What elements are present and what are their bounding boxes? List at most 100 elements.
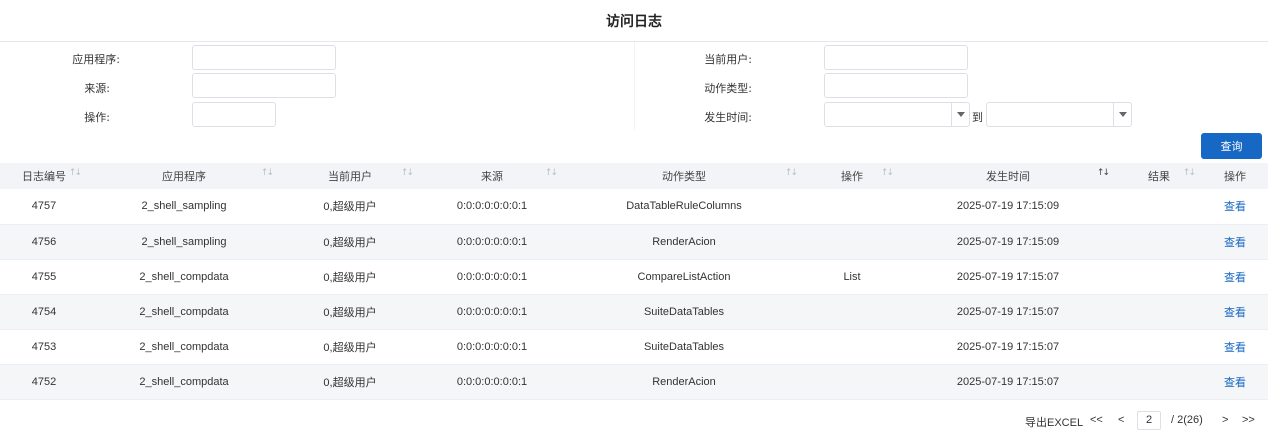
time-to-select[interactable]: [986, 102, 1132, 127]
table-row[interactable]: 4753 2_shell_compdata 0,超级用户 0:0:0:0:0:0:0:…: [0, 329, 1268, 365]
row-source: 0:0:0:0:0:0:0:1: [420, 259, 564, 295]
col-header-app[interactable]: 应用程序 ↑↓: [88, 163, 280, 189]
row-op: [804, 294, 900, 330]
col-header-time[interactable]: 发生时间 ↑↓: [900, 163, 1116, 189]
sort-icon[interactable]: ↑↓: [401, 168, 414, 178]
sort-icon[interactable]: ↑↓: [1183, 168, 1196, 178]
app-input[interactable]: [192, 45, 336, 70]
first-page-button[interactable]: <<: [1090, 414, 1103, 426]
view-link[interactable]: 查看: [1202, 329, 1268, 365]
table-row[interactable]: 4754 2_shell_compdata 0,超级用户 0:0:0:0:0:0:0:…: [0, 294, 1268, 330]
row-time: 2025-07-19 17:15:09: [900, 224, 1116, 260]
row-time: 2025-07-19 17:15:09: [900, 189, 1116, 225]
table-row[interactable]: 4755 2_shell_compdata 0,超级用户 0:0:0:0:0:0:0:…: [0, 259, 1268, 295]
row-app: 2_shell_compdata: [88, 329, 280, 365]
col-header-id[interactable]: 日志编号 ↑↓: [0, 163, 88, 189]
chevron-down-icon[interactable]: [951, 103, 969, 126]
user-input[interactable]: [824, 45, 968, 70]
user-label: 当前用户:: [704, 53, 752, 66]
row-app: 2_shell_compdata: [88, 364, 280, 400]
table-row[interactable]: 4752 2_shell_compdata 0,超级用户 0:0:0:0:0:0:0:…: [0, 364, 1268, 400]
sort-icon[interactable]: ↑↓: [261, 168, 274, 178]
row-op: List: [804, 259, 900, 295]
row-op: [804, 329, 900, 365]
view-link[interactable]: 查看: [1202, 259, 1268, 295]
row-user: 0,超级用户: [280, 364, 420, 400]
col-header-actions: 操作: [1202, 163, 1268, 189]
chevron-down-icon[interactable]: [1113, 103, 1131, 126]
row-app: 2_shell_sampling: [88, 224, 280, 260]
row-user: 0,超级用户: [280, 329, 420, 365]
sort-desc-icon[interactable]: ↑↓: [1097, 168, 1110, 178]
row-source: 0:0:0:0:0:0:0:1: [420, 224, 564, 260]
row-id: 4753: [0, 329, 88, 365]
prev-page-button[interactable]: <: [1118, 414, 1124, 426]
row-action: SuiteDataTables: [564, 329, 804, 365]
row-user: 0,超级用户: [280, 259, 420, 295]
row-action: DataTableRuleColumns: [564, 189, 804, 225]
sort-icon[interactable]: ↑↓: [545, 168, 558, 178]
last-page-button[interactable]: >>: [1242, 414, 1255, 426]
row-app: 2_shell_sampling: [88, 189, 280, 225]
page-total: / 2(26): [1171, 414, 1203, 426]
row-user: 0,超级用户: [280, 189, 420, 225]
row-result: [1116, 364, 1202, 400]
row-id: 4755: [0, 259, 88, 295]
query-button[interactable]: 查询: [1201, 133, 1262, 159]
row-source: 0:0:0:0:0:0:0:1: [420, 364, 564, 400]
row-action: RenderAcion: [564, 224, 804, 260]
table-row[interactable]: 4756 2_shell_sampling 0,超级用户 0:0:0:0:0:0:0:…: [0, 224, 1268, 260]
sort-icon[interactable]: ↑↓: [785, 168, 798, 178]
row-action: RenderAcion: [564, 364, 804, 400]
filter-divider: [634, 42, 635, 130]
row-time: 2025-07-19 17:15:07: [900, 259, 1116, 295]
row-time: 2025-07-19 17:15:07: [900, 329, 1116, 365]
next-page-button[interactable]: >: [1222, 414, 1228, 426]
col-header-user[interactable]: 当前用户 ↑↓: [280, 163, 420, 189]
view-link[interactable]: 查看: [1202, 224, 1268, 260]
row-result: [1116, 259, 1202, 295]
row-op: [804, 364, 900, 400]
row-id: 4752: [0, 364, 88, 400]
row-user: 0,超级用户: [280, 224, 420, 260]
row-action: SuiteDataTables: [564, 294, 804, 330]
export-excel-button[interactable]: 导出EXCEL: [1025, 414, 1083, 430]
col-header-action[interactable]: 动作类型 ↑↓: [564, 163, 804, 189]
row-app: 2_shell_compdata: [88, 259, 280, 295]
row-source: 0:0:0:0:0:0:0:1: [420, 189, 564, 225]
col-header-op[interactable]: 操作 ↑↓: [804, 163, 900, 189]
col-header-source[interactable]: 来源 ↑↓: [420, 163, 564, 189]
operation-input[interactable]: [192, 102, 276, 127]
row-op: [804, 224, 900, 260]
row-result: [1116, 294, 1202, 330]
operation-label: 操作:: [84, 111, 110, 124]
table-row[interactable]: 4757 2_shell_sampling 0,超级用户 0:0:0:0:0:0:0:…: [0, 189, 1268, 225]
time-label: 发生时间:: [704, 111, 752, 124]
row-id: 4757: [0, 189, 88, 225]
sort-icon[interactable]: ↑↓: [69, 168, 82, 178]
page-number-input[interactable]: 2: [1137, 411, 1161, 430]
to-label: 到: [972, 111, 983, 124]
pagination: 导出EXCEL << < 2 / 2(26) > >>: [0, 410, 1268, 432]
col-header-result[interactable]: 结果 ↑↓: [1116, 163, 1202, 189]
action-type-input[interactable]: [824, 73, 968, 98]
row-id: 4756: [0, 224, 88, 260]
row-id: 4754: [0, 294, 88, 330]
row-time: 2025-07-19 17:15:07: [900, 364, 1116, 400]
view-link[interactable]: 查看: [1202, 364, 1268, 400]
time-from-select[interactable]: [824, 102, 970, 127]
row-result: [1116, 189, 1202, 225]
row-app: 2_shell_compdata: [88, 294, 280, 330]
view-link[interactable]: 查看: [1202, 294, 1268, 330]
action-type-label: 动作类型:: [704, 82, 752, 95]
source-input[interactable]: [192, 73, 336, 98]
app-label: 应用程序:: [72, 53, 120, 66]
row-action: CompareListAction: [564, 259, 804, 295]
sort-icon[interactable]: ↑↓: [881, 168, 894, 178]
row-source: 0:0:0:0:0:0:0:1: [420, 294, 564, 330]
table-header-row: 日志编号 ↑↓ 应用程序 ↑↓ 当前用户 ↑↓ 来源 ↑↓ 动作类型 ↑↓ 操作 ↑↓ 发生…: [0, 163, 1268, 189]
view-link[interactable]: 查看: [1202, 189, 1268, 225]
log-table: 日志编号 ↑↓ 应用程序 ↑↓ 当前用户 ↑↓ 来源 ↑↓ 动作类型 ↑↓ 操作 ↑↓ 发生…: [0, 163, 1268, 400]
row-user: 0,超级用户: [280, 294, 420, 330]
row-time: 2025-07-19 17:15:07: [900, 294, 1116, 330]
